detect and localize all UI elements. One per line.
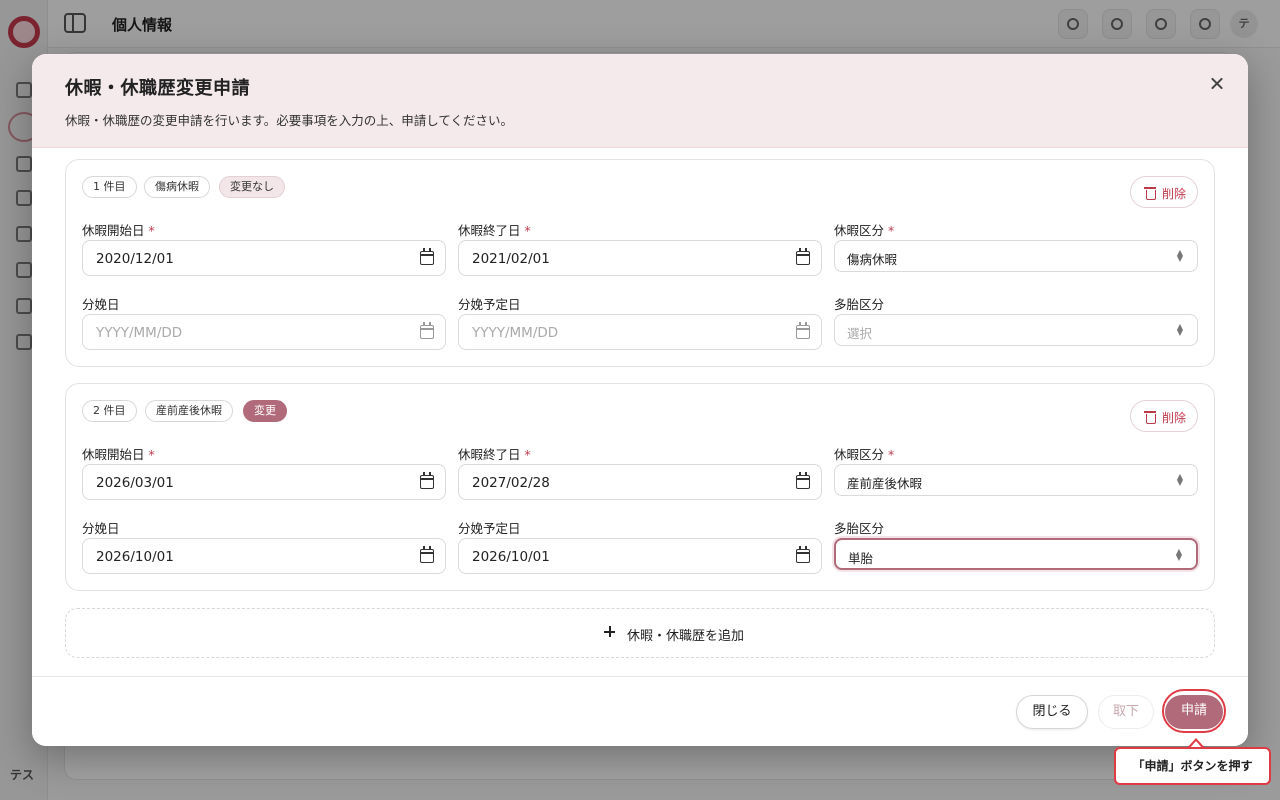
due-date-label: 分娩予定日 (458, 297, 521, 312)
leave-type-badge: 傷病休暇 (144, 176, 210, 198)
leave-change-dialog: 休暇・休職歴変更申請 休暇・休職歴の変更申請を行います。必要事項を入力の上、申請… (32, 54, 1248, 746)
leave-category-label: 休暇区分 * (834, 447, 895, 462)
delete-label: 削除 (1162, 411, 1187, 425)
chevron-updown-icon: ▲ ▼ (1176, 322, 1184, 337)
trash-icon (1144, 186, 1156, 200)
calendar-icon[interactable] (420, 546, 434, 563)
withdraw-button[interactable]: 取下 (1098, 695, 1154, 729)
dialog-body: 1 件目 傷病休暇 変更なし 削除 休暇開始日 * 休暇終了日 * 休暇区分 * 20… (32, 148, 1248, 676)
apply-highlight-ring (1162, 689, 1226, 733)
leave-type-badge: 産前産後休暇 (145, 400, 233, 422)
instruction-callout: 「申請」ボタンを押す (1114, 747, 1271, 785)
start-date-label: 休暇開始日 * (82, 223, 155, 238)
multiple-birth-label: 多胎区分 (834, 297, 885, 312)
leave-category-label: 休暇区分 * (834, 223, 895, 238)
leave-record-1: 1 件目 傷病休暇 変更なし 削除 休暇開始日 * 休暇終了日 * 休暇区分 * 20… (65, 159, 1215, 367)
end-date-field[interactable]: 2021/02/01 (458, 240, 822, 276)
delivery-date-field[interactable]: YYYY/MM/DD (82, 314, 446, 350)
leave-record-2: 2 件目 産前産後休暇 変更 削除 休暇開始日 * 休暇終了日 * 休暇区分 * 20… (65, 383, 1215, 591)
status-badge: 変更 (243, 400, 287, 422)
status-badge: 変更なし (219, 176, 285, 198)
record-count-badge: 1 件目 (82, 176, 137, 198)
trash-icon (1144, 410, 1156, 424)
add-leave-label: 休暇・休職歴を追加 (627, 629, 745, 644)
dialog-description: 休暇・休職歴の変更申請を行います。必要事項を入力の上、申請してください。 (65, 113, 514, 128)
calendar-icon[interactable] (420, 322, 434, 339)
delivery-date-label: 分娩日 (82, 521, 120, 536)
multiple-birth-select[interactable]: 選択 ▲ ▼ (834, 314, 1198, 346)
delivery-date-label: 分娩日 (82, 297, 120, 312)
dialog-footer: 閉じる 取下 申請 (32, 676, 1248, 746)
delete-label: 削除 (1162, 187, 1187, 201)
calendar-icon[interactable] (796, 248, 810, 265)
dialog-header: 休暇・休職歴変更申請 休暇・休職歴の変更申請を行います。必要事項を入力の上、申請… (32, 54, 1248, 148)
calendar-icon[interactable] (420, 472, 434, 489)
calendar-icon[interactable] (796, 546, 810, 563)
chevron-updown-icon: ▲ ▼ (1176, 248, 1184, 263)
leave-category-select[interactable]: 傷病休暇 ▲ ▼ (834, 240, 1198, 272)
record-count-badge: 2 件目 (82, 400, 137, 422)
due-date-field[interactable]: YYYY/MM/DD (458, 314, 822, 350)
calendar-icon[interactable] (796, 472, 810, 489)
chevron-updown-icon: ▲ ▼ (1175, 547, 1183, 562)
due-date-label: 分娩予定日 (458, 521, 521, 536)
delete-record-button[interactable]: 削除 (1130, 176, 1198, 208)
add-leave-record-button[interactable]: 休暇・休職歴を追加 (65, 608, 1215, 658)
start-date-field[interactable]: 2020/12/01 (82, 240, 446, 276)
leave-category-select[interactable]: 産前産後休暇 ▲ ▼ (834, 464, 1198, 496)
start-date-label: 休暇開始日 * (82, 447, 155, 462)
end-date-label: 休暇終了日 * (458, 447, 531, 462)
due-date-field[interactable]: 2026/10/01 (458, 538, 822, 574)
close-button[interactable]: 閉じる (1016, 695, 1088, 729)
calendar-icon[interactable] (420, 248, 434, 265)
delivery-date-field[interactable]: 2026/10/01 (82, 538, 446, 574)
chevron-updown-icon: ▲ ▼ (1176, 472, 1184, 487)
dialog-title: 休暇・休職歴変更申請 (65, 78, 250, 99)
calendar-icon[interactable] (796, 322, 810, 339)
multiple-birth-select[interactable]: 単胎 ▲ ▼ (834, 538, 1198, 570)
start-date-field[interactable]: 2026/03/01 (82, 464, 446, 500)
delete-record-button[interactable]: 削除 (1130, 400, 1198, 432)
close-icon[interactable] (1206, 73, 1228, 95)
end-date-label: 休暇終了日 * (458, 223, 531, 238)
end-date-field[interactable]: 2027/02/28 (458, 464, 822, 500)
plus-icon (604, 626, 615, 637)
multiple-birth-label: 多胎区分 (834, 521, 885, 536)
